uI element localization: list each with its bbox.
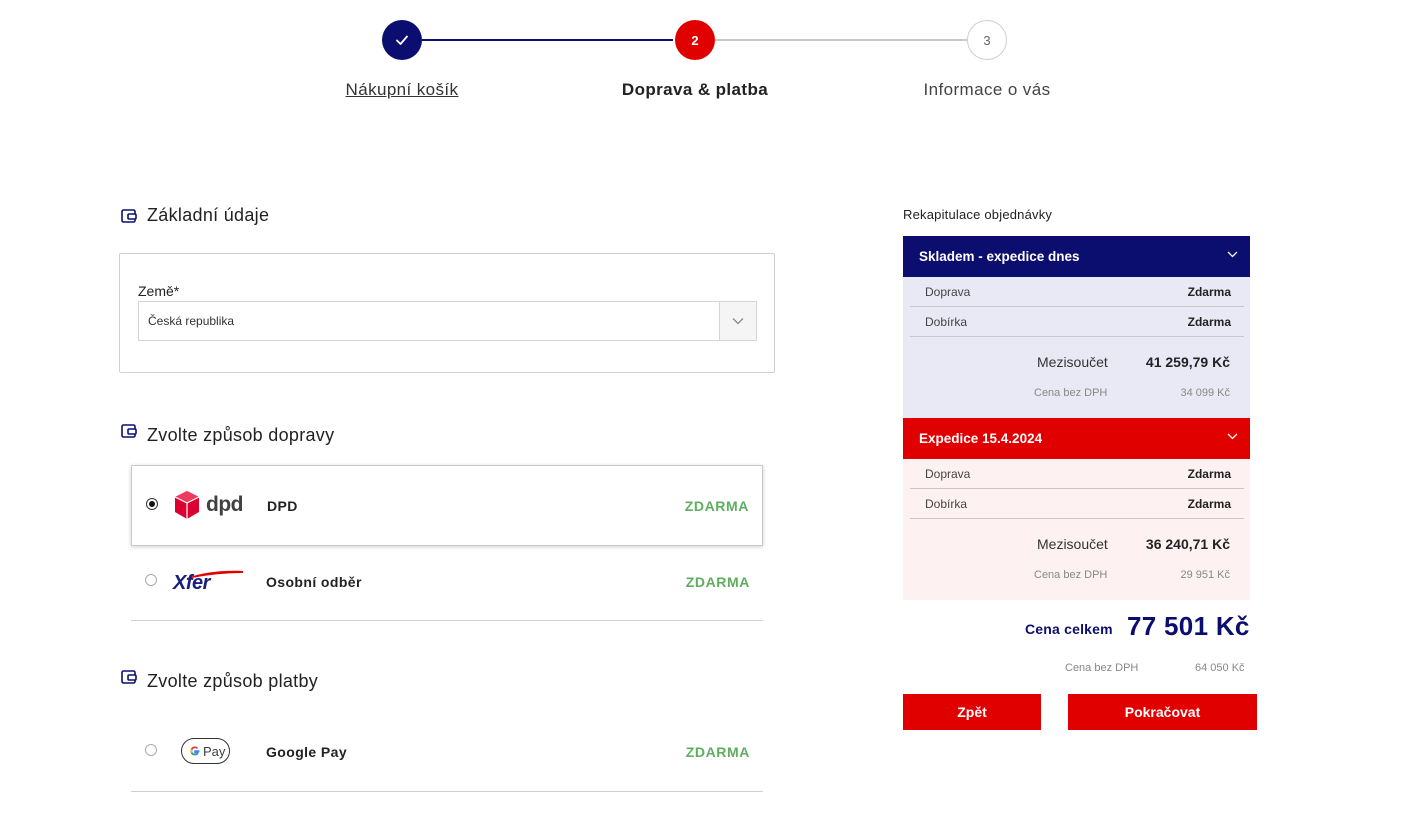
step-2-circle: 2 (675, 20, 715, 60)
step-2-label: Doprava & platba (621, 80, 769, 99)
shipment-1-subtotal-label: Mezisoučet (1037, 354, 1108, 370)
stepper-line-todo (715, 39, 967, 41)
row-key: Doprava (925, 467, 971, 481)
stepper-line-done (422, 39, 673, 41)
row-key: Dobírka (925, 315, 968, 329)
country-dropdown-toggle[interactable] (719, 302, 756, 340)
shipment-2-net-label: Cena bez DPH (1034, 569, 1108, 581)
chevron-down-icon (1227, 251, 1238, 258)
google-g-icon (190, 746, 200, 756)
row-value: Zdarma (1187, 315, 1231, 329)
row-value: Zdarma (1187, 467, 1231, 481)
wallet-icon (121, 209, 137, 223)
dpd-logo: dpd (174, 490, 246, 522)
total-label: Cena celkem (1025, 621, 1113, 637)
shipment-2-subtotal-value: 36 240,71 Kč (1145, 536, 1230, 552)
payment-name-googlepay: Google Pay (266, 744, 348, 760)
country-select[interactable]: Česká republika (138, 301, 757, 341)
shipment-1-title: Skladem - expedice dnes (919, 249, 1080, 264)
shipment-2-title: Expedice 15.4.2024 (919, 431, 1043, 446)
wallet-icon (121, 424, 137, 438)
continue-button[interactable]: Pokračovat (1068, 694, 1257, 730)
back-button[interactable]: Zpět (903, 694, 1041, 730)
shipping-title: Zvolte způsob dopravy (147, 425, 335, 445)
shipping-option-pickup[interactable]: Xfer Osobní odběr ZDARMA (131, 546, 763, 621)
step-3-label: Informace o vás (923, 80, 1051, 99)
shipment-1-body: Doprava Zdarma Dobírka Zdarma Mezisoučet… (903, 277, 1250, 418)
shipment-2-subtotal-label: Mezisoučet (1037, 536, 1108, 552)
row-key: Doprava (925, 285, 971, 299)
shipment-1-row-shipping: Doprava Zdarma (910, 277, 1244, 307)
summary-title: Rekapitulace objednávky (903, 207, 1053, 222)
check-icon (396, 35, 408, 45)
shipping-name-pickup: Osobní odběr (266, 574, 362, 590)
shipment-2-row-cod: Dobírka Zdarma (910, 489, 1244, 519)
dpd-cube-icon (174, 491, 200, 519)
google-pay-logo: Pay (181, 738, 230, 764)
country-box: Země* Česká republika (119, 253, 775, 373)
row-value: Zdarma (1187, 285, 1231, 299)
total-net-value: 64 050 Kč (1195, 662, 1245, 674)
shipment-2-body: Doprava Zdarma Dobírka Zdarma Mezisoučet… (903, 459, 1250, 600)
shipment-1-net-value: 34 099 Kč (1180, 387, 1230, 399)
step-1-circle[interactable] (382, 20, 422, 60)
basic-info-title: Základní údaje (147, 205, 270, 225)
wallet-icon (121, 670, 137, 684)
country-label: Země* (138, 283, 180, 299)
shipment-1-subtotal-value: 41 259,79 Kč (1145, 354, 1230, 370)
shipment-2-row-shipping: Doprava Zdarma (910, 459, 1244, 489)
shipment-2-header[interactable]: Expedice 15.4.2024 (903, 418, 1250, 459)
step-1-label[interactable]: Nákupní košík (346, 80, 459, 100)
shipment-1-row-cod: Dobírka Zdarma (910, 307, 1244, 337)
step-3-circle: 3 (967, 20, 1007, 60)
total-value: 77 501 Kč (1127, 611, 1250, 641)
google-pay-text: Pay (203, 744, 226, 759)
payment-radio-googlepay[interactable] (145, 744, 157, 756)
xfer-logo-text: Xfer (173, 572, 210, 594)
shipping-radio-pickup[interactable] (145, 574, 157, 586)
payment-option-googlepay[interactable]: Pay Google Pay ZDARMA (131, 716, 763, 792)
chevron-down-icon (1227, 433, 1238, 440)
xfer-logo: Xfer (171, 570, 245, 594)
shipping-option-dpd[interactable]: dpd DPD ZDARMA (131, 465, 763, 546)
shipping-name-dpd: DPD (267, 498, 298, 514)
country-value: Česká republika (148, 314, 235, 328)
row-value: Zdarma (1187, 497, 1231, 511)
dpd-logo-text: dpd (206, 493, 243, 516)
shipping-price-pickup: ZDARMA (685, 574, 750, 590)
shipping-price-dpd: ZDARMA (684, 498, 749, 514)
total-net-label: Cena bez DPH (1065, 662, 1139, 674)
shipment-1-header[interactable]: Skladem - expedice dnes (903, 236, 1250, 277)
row-key: Dobírka (925, 497, 968, 511)
shipment-2-net-value: 29 951 Kč (1180, 569, 1230, 581)
chevron-down-icon (732, 318, 744, 325)
payment-price-googlepay: ZDARMA (685, 744, 750, 760)
shipping-radio-dpd[interactable] (146, 498, 158, 510)
payment-title: Zvolte způsob platby (147, 671, 319, 691)
shipment-1-net-label: Cena bez DPH (1034, 387, 1108, 399)
